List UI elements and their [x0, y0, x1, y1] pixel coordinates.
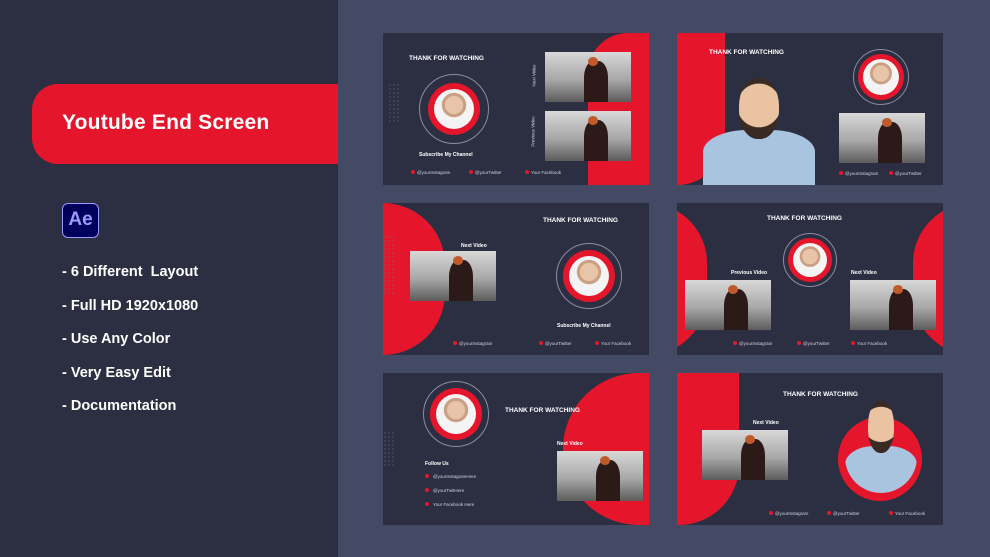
layout-preview-5[interactable]: THANK FOR WATCHING Next Video Follow Us … [383, 373, 649, 525]
subscribe-label: Subscribe My Channel [419, 152, 473, 158]
next-video-label: Next Video [531, 64, 537, 87]
previous-video-label: Previous Video [530, 116, 536, 147]
avatar [793, 243, 827, 277]
social-twitter: @yourTwitHere [433, 488, 465, 493]
social-instagram: @yourInstagram [739, 341, 773, 346]
next-video-label: Next Video [753, 420, 779, 426]
layout-preview-2[interactable]: THANK FOR WATCHING @yourInstagram @yourT… [677, 33, 943, 185]
video-thumbnail[interactable] [839, 113, 925, 163]
feature-item: - Use Any Color [62, 331, 171, 347]
avatar [436, 394, 476, 434]
dot-pattern [383, 235, 395, 295]
social-instagram: @yourInstagramHere [433, 474, 477, 479]
avatar [569, 256, 609, 296]
avatar-ring [853, 49, 909, 105]
social-twitter: @yourTwitter [475, 170, 502, 175]
follow-us-label: Follow Us [425, 461, 449, 467]
layout-preview-4[interactable]: THANK FOR WATCHING Previous Video Next V… [677, 203, 943, 355]
red-shape [677, 203, 707, 355]
presenter-photo [703, 63, 815, 185]
card-heading: THANK FOR WATCHING [505, 407, 580, 414]
next-video-label: Next Video [557, 441, 583, 447]
next-video-label: Next Video [461, 243, 487, 249]
social-facebook: Your Facebook [857, 341, 888, 346]
presenter-photo [845, 389, 917, 493]
social-instagram: @yourInstagram [459, 341, 493, 346]
next-video-thumbnail[interactable] [410, 251, 496, 301]
next-video-thumbnail[interactable] [545, 52, 631, 102]
social-facebook: Your Facebook [895, 511, 926, 516]
previous-video-thumbnail[interactable] [685, 280, 771, 330]
card-heading: THANK FOR WATCHING [543, 217, 618, 224]
avatar [434, 89, 474, 129]
subscribe-label: Subscribe My Channel [557, 323, 611, 329]
next-video-label: Next Video [851, 270, 877, 276]
red-shape [563, 373, 649, 525]
social-facebook: Your Facebook [601, 341, 632, 346]
social-twitter: @yourTwitter [545, 341, 572, 346]
social-facebook: Your Facebook [531, 170, 562, 175]
feature-item: - Documentation [62, 398, 177, 414]
layout-preview-6[interactable]: THANK FOR WATCHING Next Video @yourInsta… [677, 373, 943, 525]
next-video-thumbnail[interactable] [702, 430, 788, 480]
social-instagram: @yourInstagram [417, 170, 451, 175]
social-twitter: @yourTwitter [833, 511, 860, 516]
previous-video-label: Previous Video [731, 270, 768, 276]
feature-item: - Very Easy Edit [62, 364, 171, 381]
card-heading: THANK FOR WATCHING [409, 55, 484, 62]
next-video-thumbnail[interactable] [557, 451, 643, 501]
feature-list: - 6 Different Layout - Full HD 1920x1080… [62, 264, 198, 432]
feature-item: - Full HD 1920x1080 [62, 297, 199, 314]
title-banner: Youtube End Screen [32, 84, 338, 164]
dot-pattern [383, 431, 395, 467]
social-facebook: Your Facebook Here [433, 502, 475, 507]
next-video-thumbnail[interactable] [850, 280, 936, 330]
social-twitter: @yourTwitter [895, 171, 922, 176]
previous-video-thumbnail[interactable] [545, 111, 631, 161]
feature-item: - 6 Different Layout [62, 264, 199, 280]
social-instagram: @yourInstagram [775, 511, 809, 516]
left-panel: Youtube End Screen Ae - 6 Different Layo… [0, 0, 338, 557]
avatar-ring [423, 381, 489, 447]
card-heading: THANK FOR WATCHING [767, 215, 842, 222]
after-effects-icon: Ae [62, 203, 99, 238]
layout-preview-3[interactable]: THANK FOR WATCHING Next Video Subscribe … [383, 203, 649, 355]
avatar [863, 59, 899, 95]
avatar-ring [419, 74, 489, 144]
avatar-ring [783, 233, 837, 287]
social-twitter: @yourTwitter [803, 341, 830, 346]
title-text: Youtube End Screen [62, 111, 270, 134]
red-shape [913, 203, 943, 355]
dot-pattern [388, 83, 400, 123]
avatar-ring [556, 243, 622, 309]
card-heading: THANK FOR WATCHING [709, 49, 784, 56]
layout-preview-1[interactable]: THANK FOR WATCHING Subscribe My Channel … [383, 33, 649, 185]
social-instagram: @yourInstagram [845, 171, 879, 176]
